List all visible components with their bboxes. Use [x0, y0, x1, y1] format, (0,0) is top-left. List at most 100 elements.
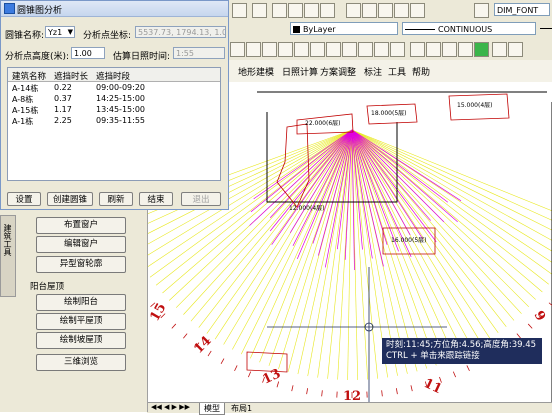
table-header: 建筑名称 遮挡时长 遮挡时段: [8, 68, 220, 82]
dimstyle-dropdown[interactable]: DIM_FONT: [494, 3, 550, 16]
clock-9: 9: [531, 309, 549, 324]
zoom-in-icon[interactable]: [288, 3, 303, 18]
clock-tick: [396, 388, 397, 394]
menu-scheme[interactable]: 方案调整: [320, 65, 356, 78]
linetype-dropdown[interactable]: CONTINUOUS: [402, 22, 536, 35]
exit-button[interactable]: 退出: [181, 192, 221, 206]
cone-name-select[interactable]: Yz1▼: [45, 26, 75, 38]
clock-tick: [172, 324, 176, 328]
sun-tool-icon[interactable]: [342, 42, 357, 57]
cursor-crosshair: [267, 267, 447, 402]
analysis-height-input[interactable]: 1.00: [71, 47, 105, 59]
shadow-ray: [352, 130, 522, 314]
rectangle-tool-icon[interactable]: [230, 42, 245, 57]
render-tool-icon[interactable]: [442, 42, 457, 57]
col-block-period[interactable]: 遮挡时段: [96, 70, 130, 82]
buildings: [247, 94, 509, 372]
pan-icon[interactable]: [272, 3, 287, 18]
window-tool-icon[interactable]: [278, 42, 293, 57]
finish-button[interactable]: 结束: [139, 192, 173, 206]
color-dropdown-value: ByLayer: [303, 25, 336, 34]
refresh-button[interactable]: 刷新: [99, 192, 133, 206]
cone-name-label: 圆锥名称:: [5, 28, 44, 41]
draw-balcony-button[interactable]: 绘制阳台: [36, 294, 126, 311]
calculator-icon[interactable]: [394, 3, 409, 18]
shadow-ray: [352, 130, 536, 300]
table-row[interactable]: A-14栋 0.22 09:00-09:20: [8, 83, 220, 94]
row4-period: 09:35-11:55: [96, 116, 145, 125]
palette-tool-icon[interactable]: [426, 42, 441, 57]
menu-tools[interactable]: 工具: [388, 65, 406, 78]
create-cone-button[interactable]: 创建圆锥: [47, 192, 93, 206]
col-block-duration[interactable]: 遮挡时长: [54, 70, 88, 82]
special-window-button[interactable]: 异型窗轮廓: [36, 256, 126, 273]
shadow-ray: [352, 130, 498, 333]
row1-duration: 0.22: [54, 83, 72, 92]
undo-icon[interactable]: [232, 3, 247, 18]
tab-model[interactable]: 模型: [199, 403, 225, 415]
door-tool-icon[interactable]: [262, 42, 277, 57]
tab-layout1[interactable]: 布局1: [227, 403, 256, 414]
place-window-button[interactable]: 布置窗户: [36, 217, 126, 234]
table-row[interactable]: A-15栋 1.17 13:45-15:00: [8, 105, 220, 116]
zoom-previous-icon[interactable]: [320, 3, 335, 18]
menubar: 地形建模 日照计算 方案调整 标注 工具 帮助: [228, 60, 552, 83]
shadow-ray: [232, 130, 352, 349]
settings-button[interactable]: 设置: [7, 192, 41, 206]
clock-tick: [292, 385, 293, 391]
cursor-tooltip: 时刻:11:45;方位角:4.56;高度角:39.45 CTRL + 单击来跟踪…: [382, 338, 542, 364]
tab-nav-arrows[interactable]: ◀◀ ◀ ▶ ▶▶: [151, 403, 190, 411]
lineweight-preview: [540, 28, 552, 29]
clock-tick: [221, 359, 224, 364]
table-row[interactable]: A-1栋 2.25 09:35-11:55: [8, 116, 220, 127]
layer-tool-icon[interactable]: [410, 42, 425, 57]
height-label-4: 12.000(4层): [289, 205, 325, 212]
shadow-tool-icon[interactable]: [358, 42, 373, 57]
menu-annotate[interactable]: 标注: [364, 65, 382, 78]
material-tool-icon[interactable]: [458, 42, 473, 57]
insert-tool-icon[interactable]: [508, 42, 523, 57]
table-row[interactable]: A-8栋 0.37 14:25-15:00: [8, 94, 220, 105]
window-analysis-icon[interactable]: [390, 42, 405, 57]
clock-15: 15: [147, 301, 169, 324]
layout-tabs: ◀◀ ◀ ▶ ▶▶ 模型 布局1: [147, 402, 552, 413]
analysis-coord-label: 分析点坐标:: [83, 28, 131, 41]
cone-tool-icon[interactable]: [374, 42, 389, 57]
menu-terrain[interactable]: 地形建模: [238, 65, 274, 78]
clock-tick: [235, 365, 238, 370]
row1-name: A-14栋: [12, 83, 38, 94]
draw-slope-roof-button[interactable]: 绘制坡屋顶: [36, 332, 126, 349]
properties-icon[interactable]: [346, 3, 361, 18]
side-panel-tab[interactable]: 建筑工具: [0, 215, 16, 297]
app-icon: [4, 3, 15, 14]
height-label-3: 15.000(4层): [457, 102, 493, 109]
help-icon[interactable]: [410, 3, 425, 18]
menu-sunshine[interactable]: 日照计算: [282, 65, 318, 78]
clock-tick: [183, 334, 187, 339]
col-building-name[interactable]: 建筑名称: [12, 70, 46, 82]
green-sphere-icon[interactable]: [474, 42, 489, 57]
column-tool-icon[interactable]: [246, 42, 261, 57]
dimension-tool-icon[interactable]: [326, 42, 341, 57]
design-center-icon[interactable]: [362, 3, 377, 18]
zoom-window-icon[interactable]: [304, 3, 319, 18]
edit-window-button[interactable]: 编辑窗户: [36, 236, 126, 253]
menu-help[interactable]: 帮助: [412, 65, 430, 78]
draw-flat-roof-button[interactable]: 绘制平屋顶: [36, 313, 126, 330]
cone-name-value: Yz1: [48, 28, 62, 37]
3d-browse-button[interactable]: 三维浏览: [36, 354, 126, 371]
color-swatch: [293, 26, 300, 33]
row4-name: A-1栋: [12, 116, 33, 127]
dialog-titlebar[interactable]: 圆锥图分析: [1, 1, 228, 17]
redo-icon[interactable]: [252, 3, 267, 18]
row3-name: A-15栋: [12, 105, 38, 116]
dimstyle-icon[interactable]: [474, 3, 489, 18]
color-dropdown[interactable]: ByLayer: [290, 22, 398, 35]
stair-tool-icon[interactable]: [294, 42, 309, 57]
balcony-roof-section-label: 阳台屋顶: [30, 280, 64, 292]
shadow-ray: [352, 130, 552, 233]
tool-palette-icon[interactable]: [378, 3, 393, 18]
row2-name: A-8栋: [12, 94, 33, 105]
blocks-tool-icon[interactable]: [492, 42, 507, 57]
roof-tool-icon[interactable]: [310, 42, 325, 57]
